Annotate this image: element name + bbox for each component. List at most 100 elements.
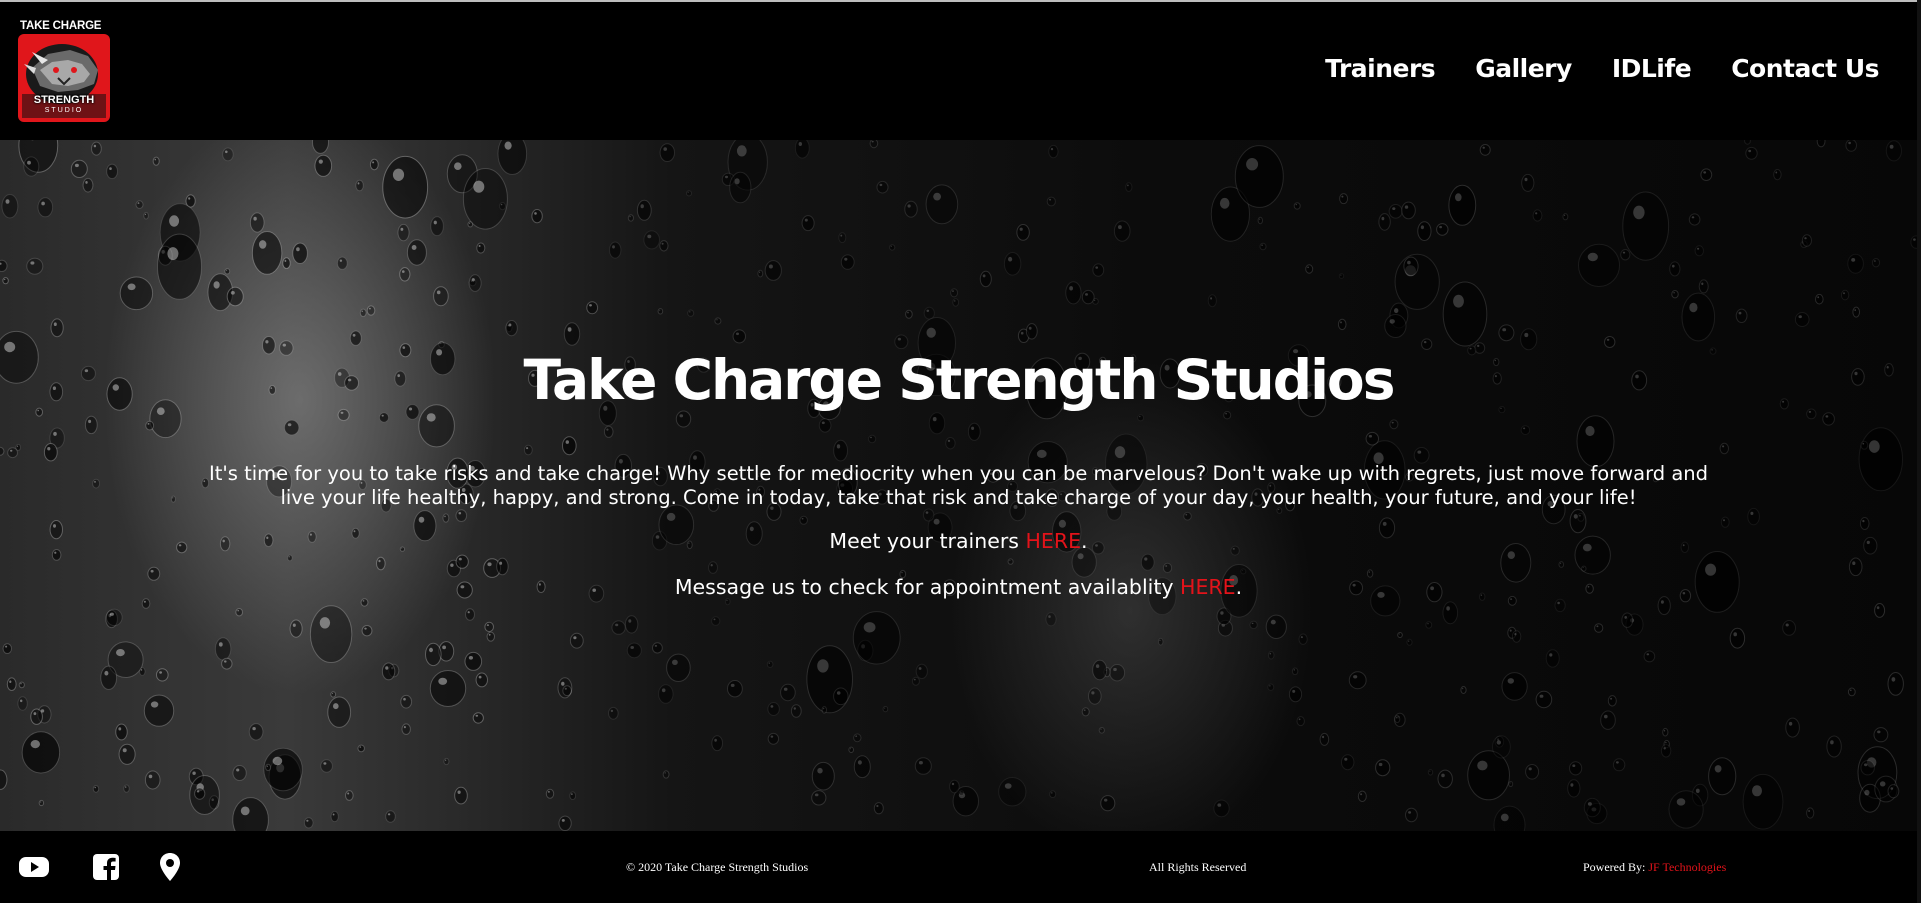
raindrop-highlight: [1560, 562, 1562, 564]
raindrop: [400, 694, 413, 709]
raindrop: [1887, 784, 1900, 799]
raindrop: [84, 415, 98, 435]
raindrop: [657, 308, 664, 315]
raindrop-highlight: [469, 222, 471, 224]
raindrop: [282, 257, 291, 269]
raindrop-highlight: [411, 245, 417, 250]
raindrop: [1600, 710, 1616, 730]
jf-technologies-link[interactable]: JF Technologies: [1648, 860, 1726, 874]
raindrop: [284, 419, 300, 436]
raindrop-highlight: [817, 659, 829, 673]
raindrop: [1213, 799, 1230, 818]
raindrop-highlight: [20, 699, 23, 703]
nav-gallery[interactable]: Gallery: [1475, 54, 1572, 83]
raindrop: [889, 244, 896, 251]
raindrop-highlight: [499, 561, 503, 565]
raindrop-highlight: [1705, 563, 1717, 576]
raindrop-highlight: [1507, 678, 1515, 684]
raindrop-highlight: [403, 697, 406, 701]
raindrop: [1098, 727, 1105, 734]
raindrop-highlight: [1889, 144, 1894, 149]
raindrop-highlight: [836, 444, 841, 449]
raindrop: [1460, 686, 1467, 694]
raindrop: [666, 653, 691, 682]
raindrop: [406, 239, 427, 266]
raindrop-highlight: [982, 274, 986, 278]
raindrop-highlight: [1633, 205, 1645, 220]
raindrop-highlight: [768, 662, 770, 664]
raindrop: [1065, 281, 1082, 305]
raindrop-highlight: [1573, 514, 1578, 519]
raindrop-highlight: [478, 245, 481, 247]
raindrop: [608, 706, 619, 720]
raindrop-highlight: [971, 426, 975, 430]
raindrop-highlight: [716, 319, 718, 321]
raindrop: [1405, 807, 1418, 823]
raindrop-highlight: [1564, 214, 1566, 216]
logo-strength-text: STRENGTH: [33, 94, 95, 106]
raindrop-highlight: [30, 261, 35, 265]
raindrop: [221, 657, 233, 670]
site-logo[interactable]: TAKE CHARGE STRENGTH STUDIO: [18, 20, 110, 124]
raindrop: [1417, 221, 1432, 241]
raindrop: [1735, 308, 1748, 324]
raindrop: [70, 159, 88, 178]
raindrop-highlight: [725, 175, 728, 179]
raindrop-highlight: [137, 202, 140, 204]
raindrop: [1319, 732, 1330, 746]
trainers-here-link[interactable]: HERE: [1025, 529, 1081, 553]
raindrop: [1389, 419, 1399, 430]
raindrop-highlight: [844, 257, 848, 261]
raindrop-highlight: [339, 259, 343, 262]
raindrop-highlight: [666, 512, 676, 521]
raindrop-highlight: [1391, 421, 1394, 424]
raindrop-highlight: [1050, 147, 1054, 151]
raindrop-highlight: [1788, 721, 1793, 726]
raindrop: [1265, 614, 1287, 639]
raindrop-highlight: [952, 290, 954, 292]
raindrop-highlight: [364, 627, 367, 630]
raindrop-highlight: [714, 738, 717, 742]
raindrop-highlight: [1752, 785, 1762, 797]
raindrop: [624, 615, 639, 634]
raindrop: [401, 723, 411, 736]
site-header: TAKE CHARGE STRENGTH STUDIO Trainers Gal…: [0, 2, 1917, 140]
raindrop-highlight: [150, 701, 159, 708]
message-here-link[interactable]: HERE: [1180, 575, 1236, 599]
raindrop: [30, 708, 43, 725]
raindrop-highlight: [726, 599, 728, 601]
raindrop-highlight: [1462, 687, 1464, 690]
raindrop: [251, 231, 283, 275]
raindrop: [1394, 715, 1401, 724]
raindrop-highlight: [122, 748, 127, 753]
nav-contact-us[interactable]: Contact Us: [1731, 54, 1879, 83]
raindrop-highlight: [3, 278, 6, 281]
raindrop: [687, 309, 695, 317]
raindrop-highlight: [104, 670, 109, 676]
raindrop: [355, 179, 364, 192]
raindrop: [38, 799, 45, 807]
raindrop: [925, 184, 959, 225]
raindrop-highlight: [1408, 640, 1410, 642]
raindrop-highlight: [1077, 553, 1084, 560]
facebook-icon[interactable]: [90, 851, 122, 883]
raindrop: [1448, 184, 1477, 226]
raindrop: [833, 687, 849, 706]
raindrop-highlight: [823, 707, 825, 710]
raindrop-highlight: [1113, 667, 1117, 672]
nav-idlife[interactable]: IDLife: [1612, 54, 1692, 83]
raindrop: [455, 554, 469, 569]
raindrop-highlight: [387, 813, 391, 816]
youtube-icon[interactable]: [18, 851, 50, 883]
raindrop-highlight: [1539, 694, 1544, 698]
raindrop: [442, 513, 450, 523]
raindrop-highlight: [1407, 260, 1411, 265]
raindrop-highlight: [226, 269, 228, 271]
raindrop-highlight: [606, 428, 609, 431]
logo-studio-text: STUDIO: [44, 107, 84, 114]
raindrop-highlight: [188, 197, 191, 200]
nav-trainers[interactable]: Trainers: [1325, 54, 1436, 83]
raindrop-highlight: [1118, 225, 1122, 230]
raindrop-highlight: [1876, 606, 1880, 610]
location-pin-icon[interactable]: [154, 851, 186, 883]
